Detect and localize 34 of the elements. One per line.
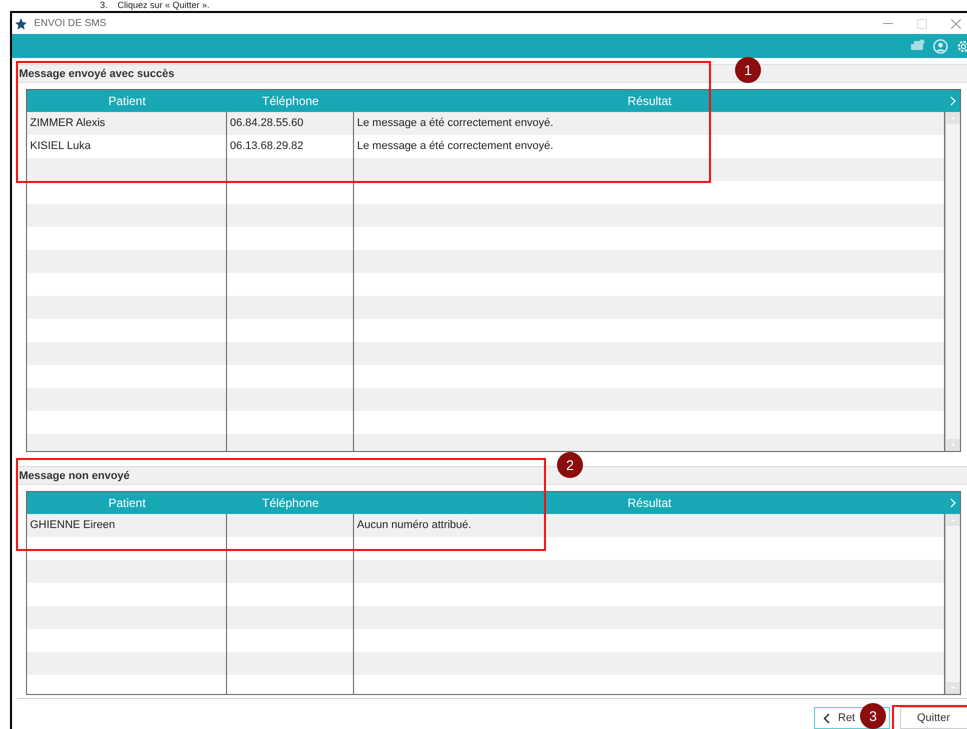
step-badge: 2 bbox=[557, 452, 583, 478]
maximize-icon[interactable] bbox=[917, 18, 927, 28]
chevron-right-icon[interactable] bbox=[950, 498, 956, 508]
section-title: Message envoyé avec succès bbox=[19, 68, 174, 80]
scrollbar[interactable] bbox=[945, 112, 960, 451]
column-header[interactable]: Patient bbox=[108, 496, 146, 510]
column-header[interactable]: Patient bbox=[108, 94, 146, 108]
window-title: ENVOI DE SMS bbox=[34, 18, 106, 29]
user-icon[interactable] bbox=[933, 38, 948, 54]
section-title: Message non envoyé bbox=[19, 470, 130, 482]
star-icon bbox=[14, 16, 28, 30]
column-header[interactable]: Téléphone bbox=[262, 496, 319, 510]
table-cell-text: 06.13.68.29.82 bbox=[229, 139, 304, 154]
chevron-left-icon bbox=[823, 712, 830, 724]
table-cell-text: GHIENNE Eireen bbox=[29, 518, 116, 533]
scroll-down-icon[interactable] bbox=[946, 682, 960, 694]
scroll-up-icon[interactable] bbox=[946, 514, 960, 526]
table-cell-text: Aucun numéro attribué. bbox=[356, 518, 472, 533]
table-cell-text: ZIMMER Alexis bbox=[29, 116, 106, 131]
table-cell-text: KISIEL Luka bbox=[29, 139, 92, 154]
table-cell-text: Le message a été correctement envoyé. bbox=[356, 139, 554, 154]
column-header[interactable]: Téléphone bbox=[262, 94, 319, 108]
scroll-up-icon[interactable] bbox=[946, 112, 960, 124]
quit-button[interactable]: Quitter bbox=[900, 707, 967, 729]
minimize-icon[interactable] bbox=[883, 22, 893, 24]
table-cell-text: 06.84.28.55.60 bbox=[229, 116, 304, 131]
table-cell-text: Le message a été correctement envoyé. bbox=[356, 116, 554, 131]
instruction-text: 3. Cliquez sur « Quitter ». bbox=[100, 0, 210, 10]
column-header[interactable]: Résultat bbox=[627, 94, 672, 108]
scroll-down-icon[interactable] bbox=[946, 439, 960, 451]
scrollbar[interactable] bbox=[945, 514, 960, 694]
column-header[interactable]: Résultat bbox=[627, 496, 672, 510]
close-icon[interactable] bbox=[951, 18, 961, 28]
chevron-right-icon[interactable] bbox=[950, 96, 956, 106]
